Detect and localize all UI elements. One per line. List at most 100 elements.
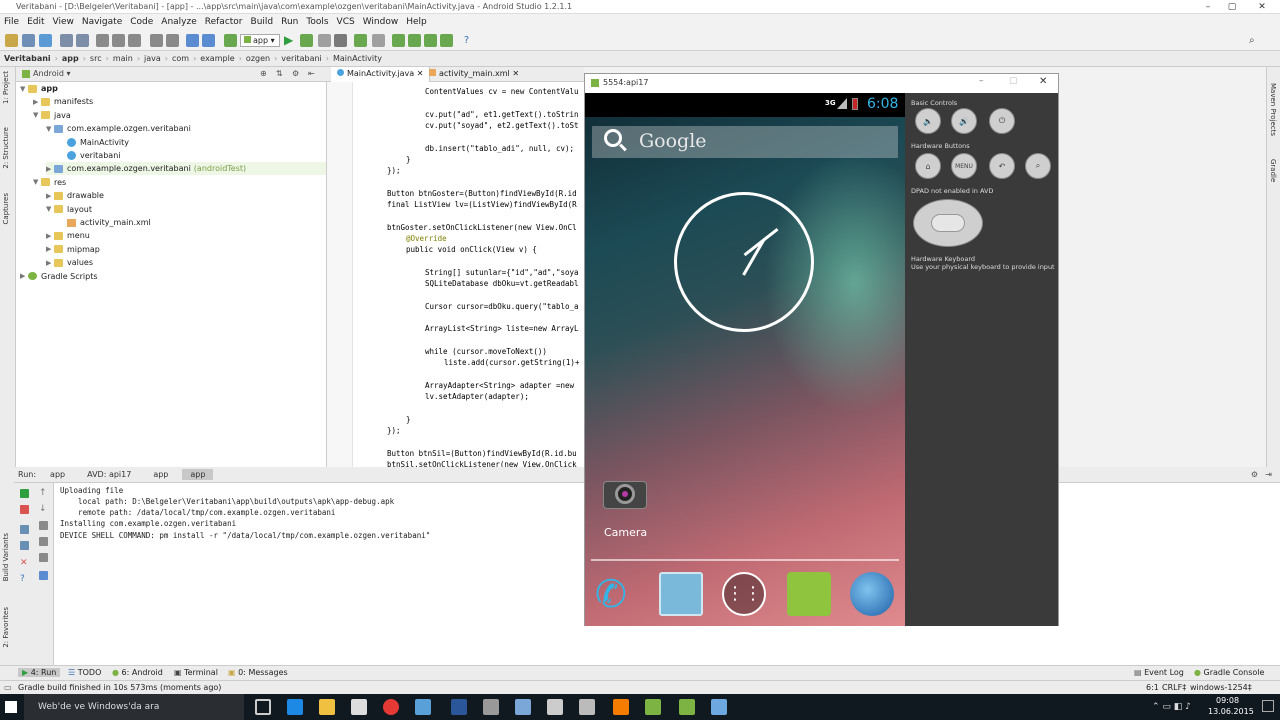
phone-app-icon[interactable]: ✆ <box>595 572 639 616</box>
run-tab[interactable]: app <box>145 469 176 480</box>
help-icon[interactable]: ? <box>20 575 29 584</box>
notifications-icon[interactable] <box>1262 700 1274 712</box>
android-icon[interactable] <box>679 699 695 715</box>
word-icon[interactable] <box>451 699 467 715</box>
stop-icon[interactable] <box>20 505 29 514</box>
close-button[interactable]: ✕ <box>1250 0 1274 14</box>
back-icon[interactable] <box>186 34 199 47</box>
tab-mainactivity[interactable]: MainActivity.java ✕ <box>331 67 431 82</box>
scroll-up-icon[interactable]: ↑ <box>39 489 48 498</box>
attach-icon[interactable] <box>318 34 331 47</box>
power-icon[interactable]: ⏻ <box>989 108 1015 134</box>
menu-edit[interactable]: Edit <box>27 17 44 27</box>
tab-run[interactable]: ▶ 4: Run <box>18 668 61 677</box>
taskbar-search[interactable]: Web'de ve Windows'da ara <box>24 694 244 720</box>
taskbar-date[interactable]: 13.06.2015 <box>1208 707 1254 716</box>
menu-vcs[interactable]: VCS <box>337 17 355 27</box>
tool-tab-gradle[interactable]: Gradle <box>1269 159 1277 182</box>
volume-up-icon[interactable]: 🔊 <box>951 108 977 134</box>
project-tree-item[interactable]: ▶ com.example.ozgen.veritabani (androidTes… <box>46 162 326 176</box>
menu-code[interactable]: Code <box>130 17 153 27</box>
project-tree-item[interactable]: activity_main.xml <box>59 216 151 229</box>
project-tree-item[interactable]: ▶ values <box>46 256 93 269</box>
maximize-button[interactable]: ▢ <box>1220 0 1244 14</box>
emulator-maximize-button[interactable]: ▢ <box>1009 76 1018 86</box>
forward-icon[interactable] <box>202 34 215 47</box>
app-icon[interactable] <box>515 699 531 715</box>
app-icon[interactable] <box>547 699 563 715</box>
trash-icon[interactable] <box>39 571 48 580</box>
android-icon[interactable] <box>440 34 453 47</box>
tool-tab-project[interactable]: 1: Project <box>2 71 10 104</box>
back-icon[interactable]: ↶ <box>989 153 1015 179</box>
project-tree-item[interactable]: ▶ drawable <box>46 189 104 202</box>
chrome-icon[interactable] <box>383 699 399 715</box>
find-icon[interactable] <box>150 34 163 47</box>
emulator-close-button[interactable]: ✕ <box>1039 76 1047 87</box>
analog-clock-widget[interactable] <box>674 192 814 332</box>
soft-wrap-icon[interactable] <box>39 521 48 530</box>
breadcrumb-item[interactable]: veritabani <box>281 54 321 63</box>
hide-run-panel-icon[interactable]: ⇥ <box>1265 470 1272 479</box>
project-tree-item[interactable]: veritabani <box>59 149 120 162</box>
breadcrumb-item[interactable]: java <box>144 54 161 63</box>
run-tab[interactable]: AVD: api17 <box>79 469 139 480</box>
expand-arrow-icon[interactable]: ▶ <box>46 192 54 200</box>
breadcrumb-item[interactable]: main <box>113 54 133 63</box>
expand-arrow-icon[interactable]: ▼ <box>20 85 28 93</box>
menu-view[interactable]: View <box>53 17 74 27</box>
redo-icon[interactable] <box>76 34 89 47</box>
settings-gear-icon[interactable]: ⚙ <box>292 69 299 78</box>
expand-arrow-icon[interactable]: ▶ <box>46 165 54 173</box>
sdk-manager-icon[interactable] <box>408 34 421 47</box>
run-tab[interactable]: app <box>42 469 73 480</box>
file-explorer-icon[interactable] <box>319 699 335 715</box>
menu-help[interactable]: Help <box>406 17 427 27</box>
scroll-from-source-icon[interactable]: ⊕ <box>260 69 267 78</box>
caret-position[interactable]: 6:1 <box>1146 683 1159 692</box>
pin-icon[interactable] <box>20 541 29 550</box>
project-tree-item[interactable]: ▼ res <box>33 176 66 189</box>
scroll-down-icon[interactable]: ↓ <box>39 505 48 514</box>
copy-icon[interactable] <box>112 34 125 47</box>
project-tree-item[interactable]: ▼ com.example.ozgen.veritabani <box>46 122 191 135</box>
expand-arrow-icon[interactable]: ▼ <box>33 111 41 119</box>
help-icon[interactable]: ? <box>460 34 473 47</box>
hide-panel-icon[interactable]: ⇤ <box>308 69 315 78</box>
tab-gradle-console[interactable]: ● Gradle Console <box>1194 668 1264 677</box>
camera-app-icon[interactable] <box>601 473 649 513</box>
expand-arrow-icon[interactable]: ▼ <box>46 205 54 213</box>
project-tree-item[interactable]: ▶ manifests <box>33 95 93 108</box>
status-toggle-icon[interactable]: ▭ <box>4 683 12 692</box>
menu-navigate[interactable]: Navigate <box>82 17 122 27</box>
breadcrumb-item[interactable]: example <box>200 54 234 63</box>
emulator-taskbar-icon[interactable] <box>711 699 727 715</box>
sync-icon[interactable] <box>39 34 52 47</box>
breadcrumb-item[interactable]: MainActivity <box>333 54 382 63</box>
expand-arrow-icon[interactable]: ▶ <box>46 259 54 267</box>
collapse-all-icon[interactable]: ⇅ <box>276 69 283 78</box>
project-tree-item[interactable]: ▼ layout <box>46 203 92 216</box>
rerun-icon[interactable] <box>20 489 29 498</box>
run-config-select[interactable]: app ▾ <box>240 34 280 47</box>
contacts-app-icon[interactable] <box>659 572 703 616</box>
breadcrumb-item[interactable]: src <box>90 54 102 63</box>
menu-file[interactable]: File <box>4 17 19 27</box>
undo-icon[interactable] <box>60 34 73 47</box>
avd-manager-icon[interactable] <box>354 34 367 47</box>
home-icon[interactable]: ⌂ <box>915 153 941 179</box>
breadcrumb-item[interactable]: ozgen <box>246 54 270 63</box>
project-tree-item[interactable]: ▶ Gradle Scripts <box>20 270 98 283</box>
tab-event-log[interactable]: ▤ Event Log <box>1134 668 1184 677</box>
menu-tools[interactable]: Tools <box>306 17 328 27</box>
expand-arrow-icon[interactable]: ▶ <box>46 245 54 253</box>
tool-tab-captures[interactable]: Captures <box>2 193 10 224</box>
tool-tab-favorites[interactable]: 2: Favorites <box>2 607 10 648</box>
close-icon[interactable]: ✕ <box>20 559 29 568</box>
tab-activity-main-xml[interactable]: activity_main.xml ✕ <box>423 67 525 82</box>
menu-button[interactable]: MENU <box>951 153 977 179</box>
expand-arrow-icon[interactable]: ▶ <box>46 232 54 240</box>
run-settings-gear-icon[interactable]: ⚙ <box>1251 470 1258 479</box>
code-editor[interactable]: MainActivity.java ✕ activity_main.xml ✕ … <box>327 67 584 469</box>
tab-terminal[interactable]: ▣ Terminal <box>174 668 218 677</box>
